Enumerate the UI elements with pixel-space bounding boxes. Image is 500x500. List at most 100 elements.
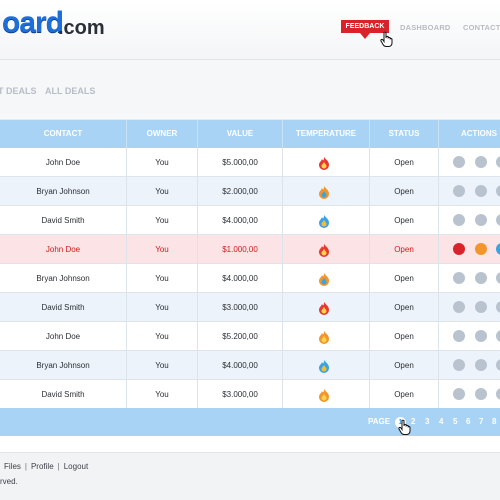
check-icon[interactable]: [475, 301, 487, 313]
table-row[interactable]: John Doe You $5.000,00 Open: [0, 148, 500, 177]
column-divider: [126, 293, 127, 322]
edit-icon[interactable]: [453, 272, 465, 284]
page-link[interactable]: 8: [492, 408, 496, 436]
footer-link-logout[interactable]: Logout: [64, 462, 88, 471]
contact-name[interactable]: John Doe: [0, 322, 126, 351]
column-divider: [126, 351, 127, 380]
check-icon[interactable]: [475, 388, 487, 400]
temperature-hot-icon: [319, 157, 329, 170]
footer-link-profile[interactable]: Profile: [31, 462, 54, 471]
column-divider: [197, 206, 198, 235]
footer-separator: |: [57, 462, 60, 471]
column-divider: [126, 380, 127, 409]
column-value[interactable]: VALUE: [198, 120, 282, 148]
contact-name[interactable]: John Doe: [0, 148, 126, 177]
contact-name[interactable]: John Doe: [0, 235, 126, 264]
table-row[interactable]: David Smith You $3.000,00 Open: [0, 293, 500, 322]
nav-dashboard[interactable]: DASHBOARD: [400, 23, 451, 32]
tab-all-deals[interactable]: ALL DEALS: [45, 86, 95, 96]
footer-link-files[interactable]: Files: [4, 462, 21, 471]
owner-cell: You: [155, 390, 169, 399]
temperature-hot-icon: [319, 244, 329, 257]
contact-name[interactable]: David Smith: [0, 293, 126, 322]
value-cell: $1.000,00: [222, 245, 258, 254]
owner-cell: You: [155, 216, 169, 225]
table-row[interactable]: Bryan Johnson You $2.000,00 Open: [0, 177, 500, 206]
edit-icon[interactable]: [453, 330, 465, 342]
page-link[interactable]: 7: [479, 408, 483, 436]
delete-icon[interactable]: [496, 243, 500, 255]
contact-name[interactable]: Bryan Johnson: [0, 177, 126, 206]
owner-cell: You: [155, 361, 169, 370]
column-contact[interactable]: CONTACT: [0, 120, 126, 148]
edit-icon[interactable]: [453, 156, 465, 168]
column-divider: [438, 148, 439, 177]
column-divider: [369, 264, 370, 293]
column-divider: [126, 206, 127, 235]
status-cell: Open: [394, 303, 414, 312]
delete-icon[interactable]: [496, 388, 500, 400]
temperature-warm-icon: [319, 389, 329, 402]
table-row[interactable]: Bryan Johnson You $4.000,00 Open: [0, 264, 500, 293]
check-icon[interactable]: [475, 243, 487, 255]
check-icon[interactable]: [475, 214, 487, 226]
table-row[interactable]: David Smith You $4.000,00 Open: [0, 206, 500, 235]
edit-icon[interactable]: [453, 243, 465, 255]
column-divider: [282, 235, 283, 264]
check-icon[interactable]: [475, 185, 487, 197]
nav-contacts[interactable]: CONTACTS: [463, 23, 500, 32]
table-row[interactable]: John Doe You $5.200,00 Open: [0, 322, 500, 351]
column-divider: [126, 264, 127, 293]
contact-name[interactable]: Bryan Johnson: [0, 264, 126, 293]
column-temperature[interactable]: TEMPERATURE: [283, 120, 369, 148]
delete-icon[interactable]: [496, 301, 500, 313]
owner-cell: You: [155, 245, 169, 254]
column-divider: [126, 322, 127, 351]
column-divider: [369, 177, 370, 206]
logo-domain: .com: [58, 17, 105, 39]
contact-name[interactable]: Bryan Johnson: [0, 351, 126, 380]
logo[interactable]: oard: [2, 6, 64, 40]
check-icon[interactable]: [475, 272, 487, 284]
delete-icon[interactable]: [496, 359, 500, 371]
status-cell: Open: [394, 361, 414, 370]
delete-icon[interactable]: [496, 330, 500, 342]
edit-icon[interactable]: [453, 388, 465, 400]
table-row[interactable]: David Smith You $3.000,00 Open: [0, 380, 500, 409]
column-divider: [197, 264, 198, 293]
edit-icon[interactable]: [453, 359, 465, 371]
delete-icon[interactable]: [496, 214, 500, 226]
column-status[interactable]: STATUS: [370, 120, 438, 148]
hand-cursor-icon: [398, 419, 411, 435]
tab-my-deals[interactable]: T DEALS: [0, 86, 37, 96]
column-divider: [438, 351, 439, 380]
value-cell: $3.000,00: [222, 390, 258, 399]
page-link[interactable]: 4: [439, 408, 443, 436]
edit-icon[interactable]: [453, 214, 465, 226]
column-divider: [438, 293, 439, 322]
check-icon[interactable]: [475, 330, 487, 342]
value-cell: $2.000,00: [222, 187, 258, 196]
contact-name[interactable]: David Smith: [0, 206, 126, 235]
check-icon[interactable]: [475, 359, 487, 371]
column-owner[interactable]: OWNER: [127, 120, 197, 148]
table-row-highlighted[interactable]: John Doe You $1.000,00 Open: [0, 235, 500, 264]
page-link[interactable]: 5: [453, 408, 457, 436]
edit-icon[interactable]: [453, 185, 465, 197]
status-cell: Open: [394, 245, 414, 254]
page-link[interactable]: 3: [425, 408, 429, 436]
column-divider: [197, 293, 198, 322]
check-icon[interactable]: [475, 156, 487, 168]
column-divider: [282, 177, 283, 206]
column-divider: [369, 322, 370, 351]
edit-icon[interactable]: [453, 301, 465, 313]
column-divider: [438, 177, 439, 206]
delete-icon[interactable]: [496, 185, 500, 197]
contact-name[interactable]: David Smith: [0, 380, 126, 409]
table-row[interactable]: Bryan Johnson You $4.000,00 Open: [0, 351, 500, 380]
status-cell: Open: [394, 332, 414, 341]
delete-icon[interactable]: [496, 272, 500, 284]
delete-icon[interactable]: [496, 156, 500, 168]
temperature-cold-icon: [319, 360, 329, 373]
page-link[interactable]: 6: [466, 408, 470, 436]
